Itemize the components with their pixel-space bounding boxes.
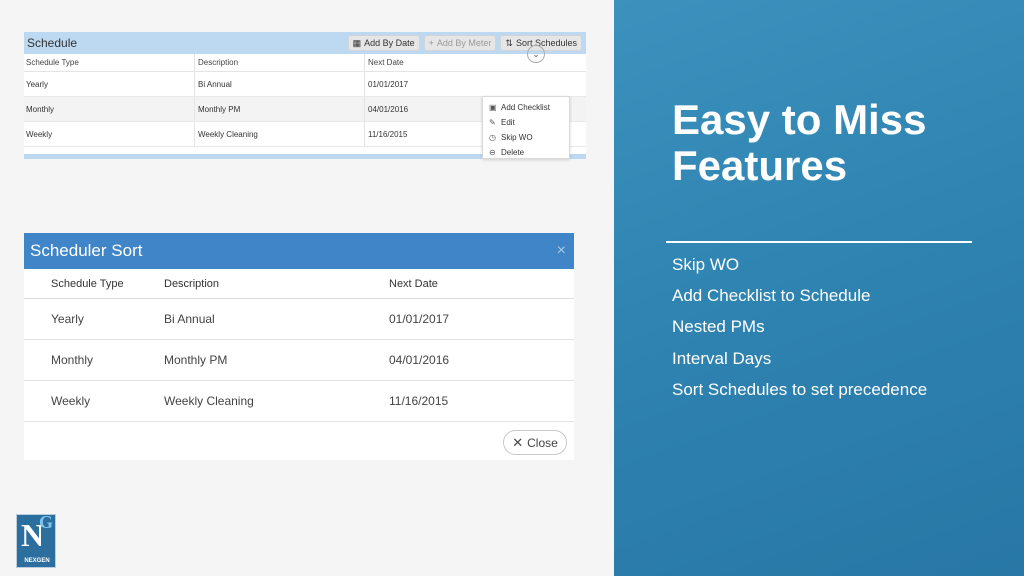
cell-description: Bi Annual: [194, 72, 364, 96]
cell-description: Monthly PM: [164, 353, 228, 367]
list-item: Add Checklist to Schedule: [672, 286, 871, 306]
clipboard-icon: ▣: [489, 103, 497, 112]
sort-icon: ⇅: [505, 37, 513, 48]
menu-item-label: Delete: [501, 148, 525, 157]
list-item: Skip WO: [672, 255, 740, 274]
add-by-date-button[interactable]: ▦ Add By Date: [347, 35, 420, 51]
cell-next-date: 01/01/2017: [364, 72, 534, 96]
menu-item-label: Skip WO: [501, 133, 533, 142]
slide-text-panel: Easy to Miss Features Skip WO Add Checkl…: [614, 0, 1024, 576]
logo-letter-g: G: [39, 512, 54, 532]
menu-item-edit[interactable]: ✎ Edit: [483, 115, 569, 130]
table-row[interactable]: Yearly Bi Annual 01/01/2017: [24, 72, 586, 97]
menu-item-label: Add Checklist: [501, 103, 550, 112]
column-header: Next Date: [389, 277, 438, 290]
menu-item-label: Edit: [501, 118, 515, 127]
clock-icon: ◷: [489, 133, 496, 142]
cell-type: Monthly: [26, 104, 55, 114]
cell-description: Weekly Cleaning: [194, 122, 364, 146]
column-header[interactable]: Description: [194, 54, 364, 71]
pencil-icon: ✎: [489, 118, 496, 127]
close-button-label: Close: [527, 435, 558, 450]
feature-list: Skip WO Add Checklist to Schedule Nested…: [672, 254, 927, 410]
column-header: Description: [164, 277, 220, 290]
nexgen-logo: N G NEXGEN: [16, 512, 56, 568]
screenshot-area: Schedule ▦ Add By Date + Add By Meter ⇅ …: [0, 0, 614, 576]
sortable-row[interactable]: Weekly Weekly Cleaning 11/16/2015: [24, 381, 574, 422]
logo-text: NEXGEN: [24, 558, 50, 564]
cell-next-date: 11/16/2015: [389, 394, 449, 408]
list-item: Nested PMs: [672, 317, 765, 337]
dialog-column-headers: Schedule Type Description Next Date: [24, 269, 574, 299]
cell-next-date: 01/01/2017: [389, 312, 450, 326]
dialog-title: Scheduler Sort: [30, 241, 143, 260]
column-header[interactable]: Next Date: [364, 54, 534, 71]
column-header[interactable]: Schedule Type: [24, 58, 194, 67]
minus-circle-icon: ⊖: [489, 148, 496, 157]
cell-next-date: 04/01/2016: [389, 353, 450, 367]
heading-line: Easy to Miss: [672, 96, 927, 143]
schedule-header: Schedule ▦ Add By Date + Add By Meter ⇅ …: [24, 32, 586, 54]
list-item: Interval Days: [672, 348, 772, 368]
dialog-footer: ✕ Close: [24, 421, 574, 460]
divider: [666, 241, 972, 243]
menu-item-delete[interactable]: ⊖ Delete: [483, 145, 569, 160]
cell-description: Monthly PM: [194, 97, 364, 121]
schedule-column-headers: Schedule Type Description Next Date: [24, 54, 586, 72]
add-by-meter-label: Add By Meter: [436, 38, 492, 48]
menu-item-skip-wo[interactable]: ◷ Skip WO: [483, 130, 569, 145]
heading-line: Features: [672, 142, 848, 189]
close-button[interactable]: ✕ Close: [503, 430, 567, 455]
cell-type: Weekly: [51, 394, 91, 408]
close-icon: ✕: [512, 434, 524, 450]
column-header: Schedule Type: [51, 277, 124, 290]
plus-icon: +: [428, 38, 434, 48]
dialog-header: Scheduler Sort ×: [24, 233, 574, 269]
cell-description: Bi Annual: [164, 312, 215, 326]
sortable-row[interactable]: Yearly Bi Annual 01/01/2017: [24, 299, 574, 340]
sortable-row[interactable]: Monthly Monthly PM 04/01/2016: [24, 340, 574, 381]
cell-type: Yearly: [51, 312, 84, 326]
calendar-icon: ▦: [352, 37, 362, 48]
cell-type: Monthly: [51, 353, 94, 367]
scheduler-sort-dialog: Scheduler Sort × Schedule Type Descripti…: [24, 233, 574, 460]
slide-heading: Easy to Miss Features: [672, 97, 1012, 189]
row-context-menu: ▣ Add Checklist ✎ Edit ◷ Skip WO ⊖ Delet…: [482, 96, 570, 159]
sort-schedules-label: Sort Schedules: [515, 38, 577, 48]
close-icon[interactable]: ×: [557, 242, 566, 260]
cell-description: Weekly Cleaning: [164, 394, 254, 408]
cell-type: Weekly: [26, 129, 53, 139]
row-actions-chevron-down-icon[interactable]: ⌄: [527, 45, 545, 63]
add-by-meter-button[interactable]: + Add By Meter: [423, 35, 497, 51]
add-by-date-label: Add By Date: [364, 38, 415, 48]
list-item: Sort Schedules to set precedence: [672, 379, 928, 399]
schedule-title: Schedule: [27, 36, 78, 50]
cell-type: Yearly: [26, 79, 48, 89]
menu-item-add-checklist[interactable]: ▣ Add Checklist: [483, 100, 569, 115]
